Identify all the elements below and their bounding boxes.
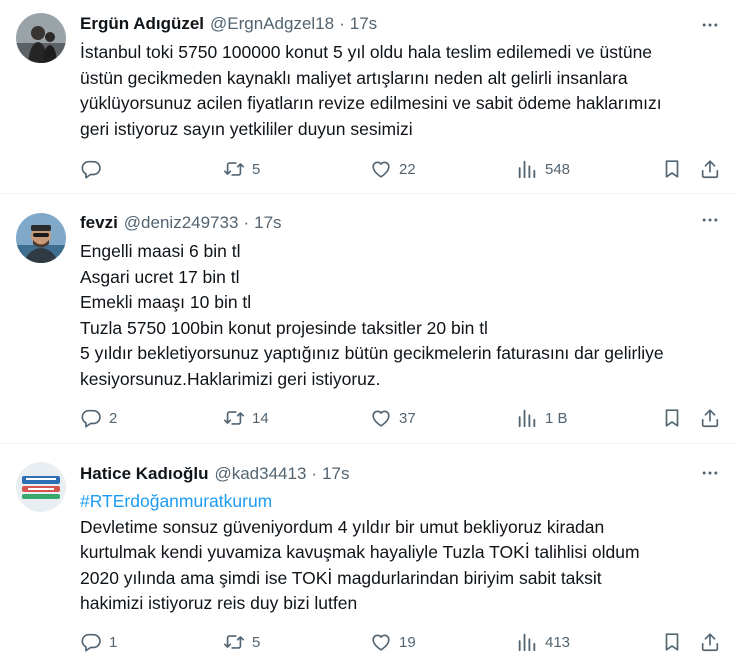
tweet-actions: 2 14 37 1 B: [80, 406, 719, 430]
more-icon[interactable]: [699, 14, 721, 36]
tweet-text: #RTErdoğanmuratkurum Devletime sonsuz gü…: [80, 489, 719, 617]
timestamp[interactable]: 17s: [254, 213, 281, 233]
more-icon[interactable]: [699, 462, 721, 484]
tweet-header: Ergün Adıgüzel @ErgnAdgzel18 · 17s: [80, 13, 687, 35]
views-icon: [516, 407, 538, 429]
reply-button[interactable]: [80, 157, 109, 181]
user-handle[interactable]: @kad34413: [214, 464, 306, 484]
views-count: 413: [545, 633, 571, 651]
views-count: 1 B: [545, 409, 568, 427]
tweet-feed: Ergün Adıgüzel @ErgnAdgzel18 · 17s İstan…: [0, 0, 735, 664]
retweet-count: 5: [252, 160, 261, 178]
bookmark-button[interactable]: [661, 630, 683, 654]
reply-button[interactable]: 1: [80, 630, 117, 654]
retweet-icon: [223, 631, 245, 653]
user-handle[interactable]: @deniz249733: [124, 213, 239, 233]
tweet-text-line: 5 yıldır bekletiyorsunuz yaptığınız bütü…: [80, 343, 664, 363]
hashtag-link[interactable]: #RTErdoğanmuratkurum: [80, 489, 719, 515]
tweet-text-line: yüklüyorsunuz acilen fiyatların revize e…: [80, 93, 662, 113]
avatar[interactable]: [16, 13, 66, 63]
heart-icon: [370, 631, 392, 653]
views-button[interactable]: 413: [516, 630, 570, 654]
reply-button[interactable]: 2: [80, 406, 117, 430]
tweet-text-line: Devletime sonsuz güveniyordum 4 yıldır b…: [80, 516, 605, 537]
share-icon: [699, 631, 721, 653]
user-handle[interactable]: @ErgnAdgzel18: [210, 14, 334, 34]
share-button[interactable]: [699, 157, 721, 181]
tweet-actions: 1 5 19 413: [80, 630, 719, 654]
separator-dot: ·: [311, 464, 318, 483]
like-count: 19: [399, 633, 416, 651]
avatar[interactable]: [16, 462, 66, 512]
avatar[interactable]: [16, 213, 66, 263]
views-icon: [516, 631, 538, 653]
tweet-text-line: 2020 yılında ama şimdi ise TOKİ magdurla…: [80, 567, 602, 588]
views-count: 548: [545, 160, 571, 178]
bookmark-icon: [661, 407, 683, 429]
share-icon: [699, 407, 721, 429]
tweet-text: Engelli maasi 6 bin tl Asgari ucret 17 b…: [80, 239, 719, 392]
like-button[interactable]: 22: [370, 157, 416, 181]
tweet-text-line: İstanbul toki 5750 100000 konut 5 yıl ol…: [80, 42, 653, 62]
tweet[interactable]: Ergün Adıgüzel @ErgnAdgzel18 · 17s İstan…: [0, 0, 735, 194]
share-icon: [699, 158, 721, 180]
like-button[interactable]: 19: [370, 630, 416, 654]
heart-icon: [370, 407, 392, 429]
tweet-header: fevzi @deniz249733 · 17s: [80, 212, 687, 234]
bookmark-icon: [661, 158, 683, 180]
tweet-text-line: kesiyorsunuz.Haklarimizi geri istiyoruz.: [80, 368, 381, 389]
like-button[interactable]: 37: [370, 406, 416, 430]
tweet-text-line: kurtulmak kendi yuvamiza kavuşmak hayali…: [80, 542, 640, 562]
share-button[interactable]: [699, 406, 721, 430]
retweet-button[interactable]: 5: [223, 157, 260, 181]
separator-dot: ·: [243, 213, 250, 232]
views-button[interactable]: 1 B: [516, 406, 568, 430]
timestamp[interactable]: 17s: [322, 464, 349, 484]
tweet-text-line: Engelli maasi 6 bin tl: [80, 241, 241, 261]
bookmark-icon: [661, 631, 683, 653]
display-name[interactable]: Ergün Adıgüzel: [80, 14, 204, 34]
views-icon: [516, 158, 538, 180]
tweet-actions: 5 22 548: [80, 157, 719, 181]
display-name[interactable]: Hatice Kadıoğlu: [80, 464, 208, 484]
tweet-text-line: hakimizi istiyoruz reis duy bizi lutfen: [80, 593, 358, 613]
reply-count: 2: [109, 409, 118, 427]
timestamp[interactable]: 17s: [350, 14, 377, 34]
retweet-count: 5: [252, 633, 261, 651]
bookmark-button[interactable]: [661, 157, 683, 181]
reply-icon: [80, 407, 102, 429]
reply-count: 1: [109, 633, 118, 651]
retweet-icon: [223, 407, 245, 429]
like-count: 22: [399, 160, 416, 178]
bookmark-button[interactable]: [661, 406, 683, 430]
retweet-count: 14: [252, 409, 269, 427]
display-name[interactable]: fevzi: [80, 213, 118, 233]
tweet-text-line: üstün gecikmeden kaynaklı maliyet artışl…: [80, 67, 628, 88]
reply-icon: [80, 158, 102, 180]
tweet-text-line: Tuzla 5750 100bin konut projesinde taksi…: [80, 317, 488, 338]
tweet-text: İstanbul toki 5750 100000 konut 5 yıl ol…: [80, 40, 719, 142]
tweet-text-line: Emekli maaşı 10 bin tl: [80, 292, 252, 312]
heart-icon: [370, 158, 392, 180]
retweet-button[interactable]: 5: [223, 630, 260, 654]
tweet[interactable]: Hatice Kadıoğlu @kad34413 · 17s #RTErdoğ…: [0, 445, 735, 664]
more-icon[interactable]: [699, 209, 721, 231]
retweet-icon: [223, 158, 245, 180]
tweet-text-line: Asgari ucret 17 bin tl: [80, 266, 240, 287]
tweet-text-line: geri istiyoruz sayın yetkililer duyun se…: [80, 118, 413, 139]
retweet-button[interactable]: 14: [223, 406, 269, 430]
reply-icon: [80, 631, 102, 653]
views-button[interactable]: 548: [516, 157, 570, 181]
like-count: 37: [399, 409, 416, 427]
separator-dot: ·: [339, 14, 345, 33]
share-button[interactable]: [699, 630, 721, 654]
tweet-header: Hatice Kadıoğlu @kad34413 · 17s: [80, 463, 687, 485]
tweet[interactable]: fevzi @deniz249733 · 17s Engelli maasi 6…: [0, 195, 735, 444]
